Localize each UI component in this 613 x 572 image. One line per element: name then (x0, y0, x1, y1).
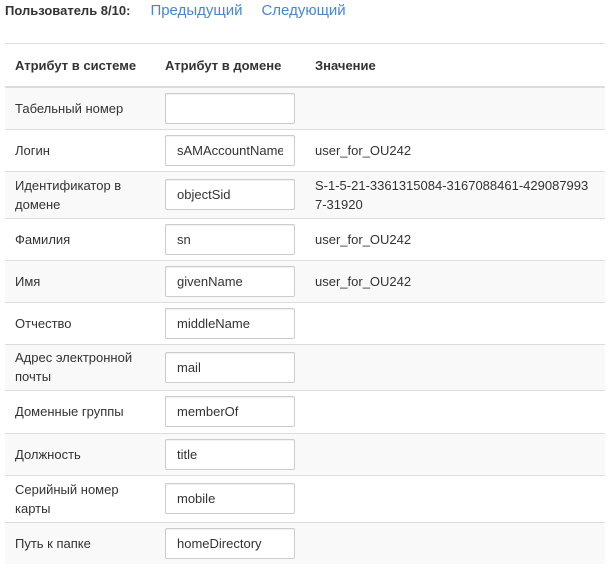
system-attribute-label: Фамилия (5, 217, 155, 260)
domain-attribute-input[interactable] (165, 483, 295, 514)
table-row: Доменные группы (5, 389, 605, 433)
system-attribute-label: Путь к папке (5, 521, 155, 564)
attribute-value (305, 343, 605, 390)
system-attribute-label: Идентификатор в домене (5, 170, 155, 218)
system-attribute-label: Табельный номер (5, 86, 155, 129)
pager: Пользователь 8/10: Предыдущий Следующий (5, 0, 365, 20)
system-attribute-label: Имя (5, 259, 155, 302)
domain-attribute-input[interactable] (165, 134, 295, 166)
pager-label: Пользователь 8/10: (5, 2, 131, 18)
table-row: Путь к папке (5, 521, 605, 564)
attribute-value: user_for_OU242 (305, 217, 605, 260)
table-row: Идентификатор в домене S-1-5-21-33613150… (5, 170, 605, 218)
system-attribute-label: Должность (5, 432, 155, 475)
header-value: Значение (305, 43, 605, 88)
attribute-value (305, 521, 605, 564)
attribute-value (305, 86, 605, 129)
attribute-value: user_for_OU242 (305, 259, 605, 302)
previous-user-link[interactable]: Предыдущий (150, 2, 242, 19)
table-row: Фамилия user_for_OU242 (5, 217, 605, 260)
domain-attribute-input[interactable] (165, 351, 295, 383)
domain-attribute-input[interactable] (165, 92, 295, 124)
table-header-row: Атрибут в системе Атрибут в домене Значе… (5, 43, 605, 88)
attribute-mapping-table: Атрибут в системе Атрибут в домене Значе… (5, 43, 605, 564)
system-attribute-label: Серийный номер карты (5, 474, 155, 522)
attribute-value (305, 389, 605, 433)
table-row: Табельный номер (5, 86, 605, 129)
system-attribute-label: Доменные группы (5, 389, 155, 433)
table-row: Логин user_for_OU242 (5, 128, 605, 171)
table-row: Имя user_for_OU242 (5, 259, 605, 302)
domain-attribute-input[interactable] (165, 223, 295, 255)
table-row: Серийный номер карты (5, 474, 605, 522)
domain-attribute-input[interactable] (165, 179, 295, 210)
attribute-value (305, 432, 605, 475)
domain-attribute-input[interactable] (165, 307, 295, 339)
system-attribute-label: Адрес электронной почты (5, 343, 155, 390)
table-row: Должность (5, 432, 605, 475)
table-row: Отчество (5, 301, 605, 344)
domain-attribute-input[interactable] (165, 265, 295, 297)
domain-attribute-input[interactable] (165, 438, 295, 470)
domain-attribute-input[interactable] (165, 396, 295, 427)
system-attribute-label: Логин (5, 128, 155, 171)
attribute-value (305, 301, 605, 344)
table-row: Адрес электронной почты (5, 343, 605, 390)
system-attribute-label: Отчество (5, 301, 155, 344)
header-system-attribute: Атрибут в системе (5, 43, 155, 88)
next-user-link[interactable]: Следующий (261, 2, 345, 19)
header-domain-attribute: Атрибут в домене (155, 43, 305, 88)
attribute-value: S-1-5-21-3361315084-3167088461-429087993… (305, 170, 605, 218)
domain-attribute-input[interactable] (165, 527, 295, 559)
attribute-value (305, 474, 605, 522)
attribute-value: user_for_OU242 (305, 128, 605, 171)
